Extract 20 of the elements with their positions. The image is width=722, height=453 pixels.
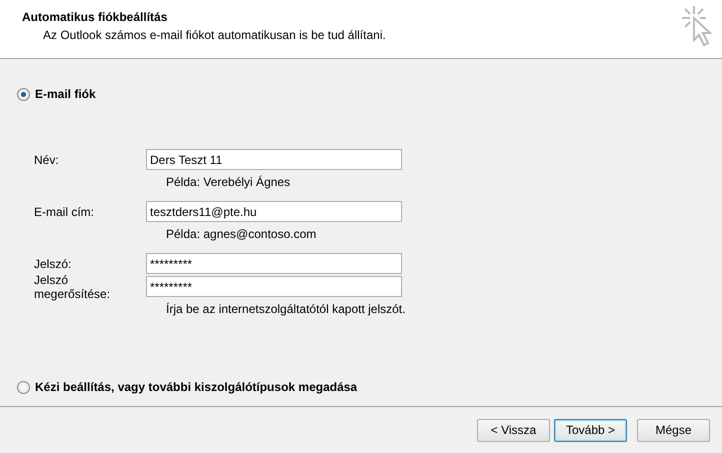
input-field[interactable]: tesztders11@pte.hu: [146, 201, 402, 222]
field-label: Jelszó:: [34, 256, 72, 270]
dialog-button[interactable]: Mégse: [637, 418, 710, 442]
option-label: Kézi beállítás, vagy további kiszolgálótípusok megadása: [35, 380, 358, 394]
input-field[interactable]: *********: [146, 276, 402, 297]
hint-text: Példa: agnes@contoso.com: [166, 227, 318, 241]
input-field[interactable]: Ders Teszt 11: [146, 149, 402, 170]
field-label: Jelszó megerősítése:: [34, 272, 112, 300]
field-label: Név:: [34, 152, 60, 166]
page-subtitle: Az Outlook számos e-mail fiókot automatikusan is be tud állítani.: [42, 28, 386, 42]
page-title: Automatikus fiókbeállítás: [22, 10, 168, 24]
radio-button[interactable]: [17, 380, 30, 394]
radio-button[interactable]: [17, 88, 30, 100]
dialog-button[interactable]: < Vissza: [477, 418, 550, 442]
option-label: E-mail fiók: [35, 87, 96, 101]
hint-text: Példa: Verebélyi Ágnes: [166, 175, 292, 189]
input-field[interactable]: *********: [146, 253, 402, 274]
field-label: E-mail cím:: [34, 204, 95, 218]
hint-text: Írja be az internetszolgáltatótól kapott jelszót.: [166, 302, 406, 316]
dialog-button[interactable]: Tovább >: [554, 418, 627, 442]
